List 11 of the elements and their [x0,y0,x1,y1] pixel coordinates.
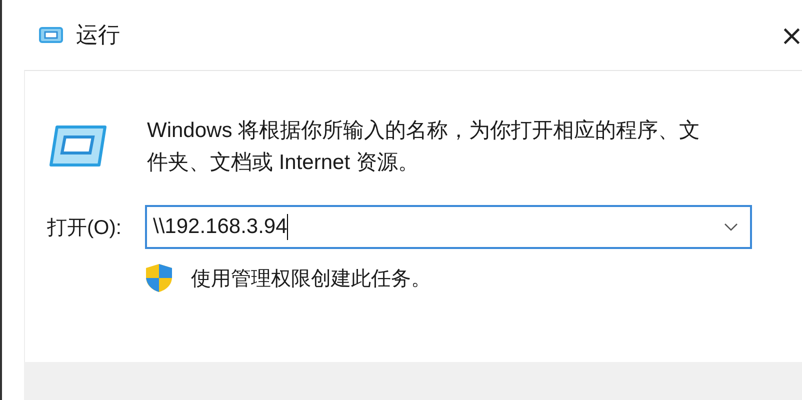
run-icon [38,26,64,44]
run-icon [47,123,109,169]
description-text: Windows 将根据你所输入的名称，为你打开相应的程序、文件夹、文档或 Internet 资源。 [147,118,702,176]
open-combo-box[interactable]: \\192.168.3.94 [145,205,752,249]
close-button[interactable]: × [780,18,802,52]
shield-icon [145,263,173,293]
chevron-down-icon[interactable] [724,223,738,231]
open-field-value: \\192.168.3.94 [153,215,288,239]
window-title: 运行 [76,21,120,49]
open-label: 打开(O): [47,216,122,240]
admin-note: 使用管理权限创建此任务。 [191,266,431,292]
